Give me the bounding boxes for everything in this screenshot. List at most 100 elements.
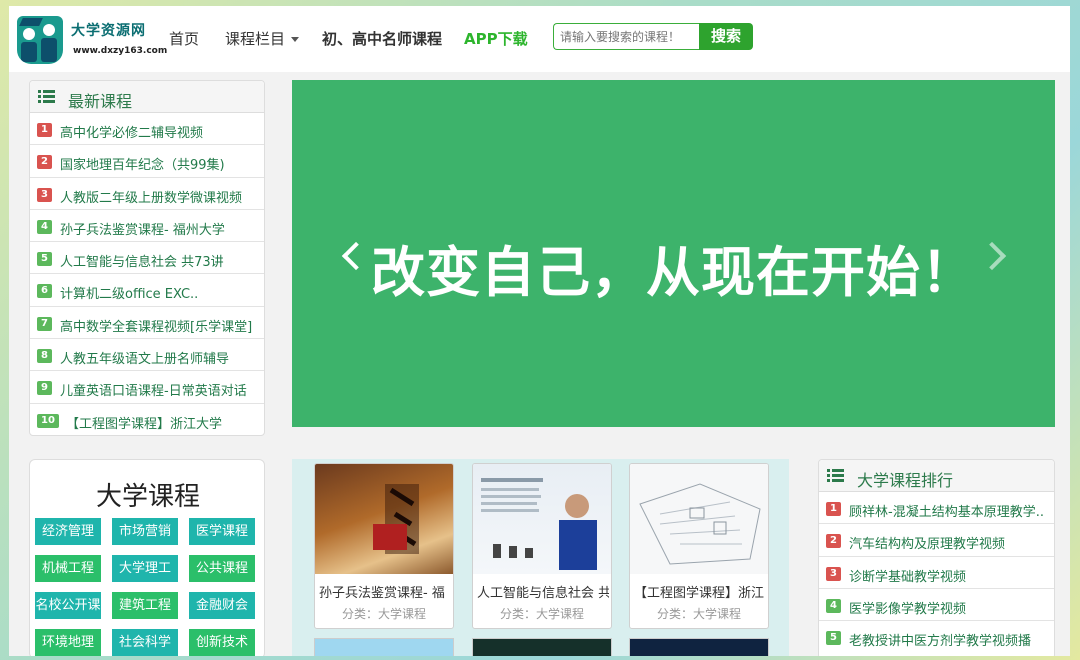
list-item[interactable]: 4 医学影像学教学视频: [819, 589, 1054, 622]
course-thumbnail: [473, 464, 611, 574]
course-card[interactable]: [472, 638, 612, 656]
list-item[interactable]: 8 人教五年级语文上册名师辅导: [30, 339, 264, 372]
panel-title: 最新课程: [68, 92, 133, 111]
course-link[interactable]: 顾祥林-混凝土结构基本原理教学..: [849, 501, 1044, 520]
rank-badge: 2: [37, 155, 52, 170]
ranking-panel: 大学课程排行 1 顾祥林-混凝土结构基本原理教学.. 2 汽车结构构及原理教学视频 …: [818, 459, 1055, 656]
banner-carousel[interactable]: 改变自己，从现在开始！: [292, 80, 1055, 470]
latest-courses-panel: 最新课程 1 高中化学必修二辅导视频 2 国家地理百年纪念（共99集) 3 人教版二年…: [29, 80, 265, 436]
site-name: 大学资源网: [71, 23, 146, 39]
course-link[interactable]: 老教授讲中医方剂学教学视频播: [849, 630, 1031, 649]
course-card[interactable]: 孙子兵法鉴赏课程- 福 分类：大学课程: [314, 463, 454, 629]
site-url: www.dxzy163.com: [73, 46, 168, 56]
category-tag[interactable]: 机械工程: [35, 555, 101, 582]
rank-badge: 4: [37, 219, 52, 234]
category-tag[interactable]: 公共课程: [189, 555, 255, 582]
list-item[interactable]: 5 老教授讲中医方剂学教学视频播: [819, 621, 1054, 653]
list-item[interactable]: 6 计算机二级office EXC..: [30, 274, 264, 307]
list-item[interactable]: 10 【工程图学课程】浙江大学: [30, 404, 264, 436]
course-link[interactable]: 诊断学基础教学视频: [849, 566, 966, 585]
list-item[interactable]: 3 诊断学基础教学视频: [819, 557, 1054, 589]
list-item[interactable]: 2 国家地理百年纪念（共99集): [30, 145, 264, 178]
header: 大学资源网 www.dxzy163.com 首页 课程栏目 初、高中名师课程 A…: [9, 6, 1070, 72]
site-logo[interactable]: 大学资源网 www.dxzy163.com: [17, 16, 167, 66]
category-tag[interactable]: 建筑工程: [112, 592, 178, 619]
course-title[interactable]: 【工程图学课程】浙江: [634, 582, 766, 601]
panel-header: 最新课程: [30, 81, 264, 113]
course-link[interactable]: 医学影像学教学视频: [849, 598, 966, 617]
category-tag[interactable]: 医学课程: [189, 518, 255, 545]
course-link[interactable]: 人工智能与信息社会 共73讲: [60, 251, 224, 270]
course-grid: 孙子兵法鉴赏课程- 福 分类：大学课程 人工智能与信息社会 共 分类：大学课程 …: [292, 459, 789, 656]
rank-badge: 3: [37, 187, 52, 202]
panel-title: 大学课程排行: [857, 471, 954, 490]
list-item[interactable]: 3 人教版二年级上册数学微课视频: [30, 178, 264, 210]
rank-badge: 3: [826, 566, 841, 581]
course-title[interactable]: 人工智能与信息社会 共: [477, 582, 609, 601]
course-link[interactable]: 汽车结构构及原理教学视频: [849, 533, 1005, 552]
university-courses-panel: 大学课程 经济管理 市场营销 医学课程 机械工程 大学理工 公共课程 名校公开课…: [29, 459, 265, 656]
category-tag[interactable]: 市场营销: [112, 518, 178, 545]
category-tag[interactable]: 名校公开课: [35, 592, 101, 619]
list-item[interactable]: 9 儿童英语口语课程-日常英语对话: [30, 371, 264, 404]
category-tag[interactable]: 大学理工: [112, 555, 178, 582]
course-link[interactable]: 国家地理百年纪念（共99集): [60, 154, 225, 173]
list-item[interactable]: 7 高中数学全套课程视频[乐学课堂]: [30, 307, 264, 340]
rank-badge: 1: [37, 123, 52, 137]
panel-header: 大学课程排行: [819, 460, 1054, 492]
course-thumbnail: [630, 464, 768, 574]
course-link[interactable]: 儿童英语口语课程-日常英语对话: [60, 380, 247, 399]
nav-teachers[interactable]: 初、高中名师课程: [322, 28, 442, 49]
course-card[interactable]: 人工智能与信息社会 共 分类：大学课程: [472, 463, 612, 629]
banner-slogan: 改变自己，从现在开始！: [371, 241, 976, 304]
rank-badge: 9: [37, 381, 52, 396]
course-link[interactable]: 高中数学全套课程视频[乐学课堂]: [60, 316, 252, 335]
list-item[interactable]: 2 汽车结构构及原理教学视频: [819, 524, 1054, 557]
course-link[interactable]: 高中化学必修二辅导视频: [60, 122, 203, 141]
rank-badge: 1: [826, 502, 841, 516]
list-icon: [827, 469, 844, 483]
course-category: 分类：大学课程: [499, 607, 584, 621]
nav-app-download[interactable]: APP下载: [464, 28, 528, 49]
search-button[interactable]: 搜索: [699, 23, 753, 50]
rank-badge: 4: [826, 598, 841, 613]
course-link[interactable]: 人教五年级语文上册名师辅导: [60, 348, 229, 367]
rank-badge: 2: [826, 534, 841, 549]
rank-badge: 8: [37, 349, 52, 364]
ranking-list: 1 顾祥林-混凝土结构基本原理教学.. 2 汽车结构构及原理教学视频 3 诊断学基础教…: [819, 492, 1054, 653]
course-card[interactable]: [629, 638, 769, 656]
course-card[interactable]: 【工程图学课程】浙江 分类：大学课程: [629, 463, 769, 629]
list-item[interactable]: 5 人工智能与信息社会 共73讲: [30, 242, 264, 275]
course-link[interactable]: 计算机二级office EXC..: [60, 283, 198, 302]
latest-list: 1 高中化学必修二辅导视频 2 国家地理百年纪念（共99集) 3 人教版二年级上册数学…: [30, 113, 264, 436]
search-box: 搜索: [553, 23, 753, 50]
rank-badge: 5: [826, 631, 841, 646]
course-card[interactable]: [314, 638, 454, 656]
category-tag[interactable]: 环境地理: [35, 629, 101, 656]
logo-mark-icon: [17, 16, 63, 64]
course-link[interactable]: 孙子兵法鉴赏课程- 福州大学: [60, 219, 225, 238]
category-tag[interactable]: 创新技术: [189, 629, 255, 656]
nav-columns-label: 课程栏目: [225, 30, 286, 48]
chevron-down-icon: [291, 37, 300, 42]
list-item[interactable]: 1 顾祥林-混凝土结构基本原理教学..: [819, 492, 1054, 525]
category-tag[interactable]: 金融财会: [189, 592, 255, 619]
search-input[interactable]: [553, 23, 699, 50]
category-tag[interactable]: 社会科学: [112, 629, 178, 656]
list-item[interactable]: 4 孙子兵法鉴赏课程- 福州大学: [30, 210, 264, 243]
course-link[interactable]: 人教版二年级上册数学微课视频: [60, 187, 242, 206]
nav-home[interactable]: 首页: [169, 28, 199, 49]
rank-badge: 6: [37, 284, 52, 299]
course-title[interactable]: 孙子兵法鉴赏课程- 福: [319, 582, 451, 601]
course-link[interactable]: 【工程图学课程】浙江大学: [66, 413, 222, 432]
rank-badge: 7: [37, 316, 52, 331]
course-category: 分类：大学课程: [656, 607, 741, 621]
course-thumbnail: [315, 464, 453, 574]
panel-title: 大学课程: [95, 482, 200, 512]
rank-badge: 10: [37, 413, 59, 428]
rank-badge: 5: [37, 252, 52, 267]
nav-columns[interactable]: 课程栏目: [225, 28, 300, 49]
category-tag[interactable]: 经济管理: [35, 518, 101, 545]
course-category: 分类：大学课程: [341, 607, 426, 621]
list-item[interactable]: 1 高中化学必修二辅导视频: [30, 113, 264, 146]
